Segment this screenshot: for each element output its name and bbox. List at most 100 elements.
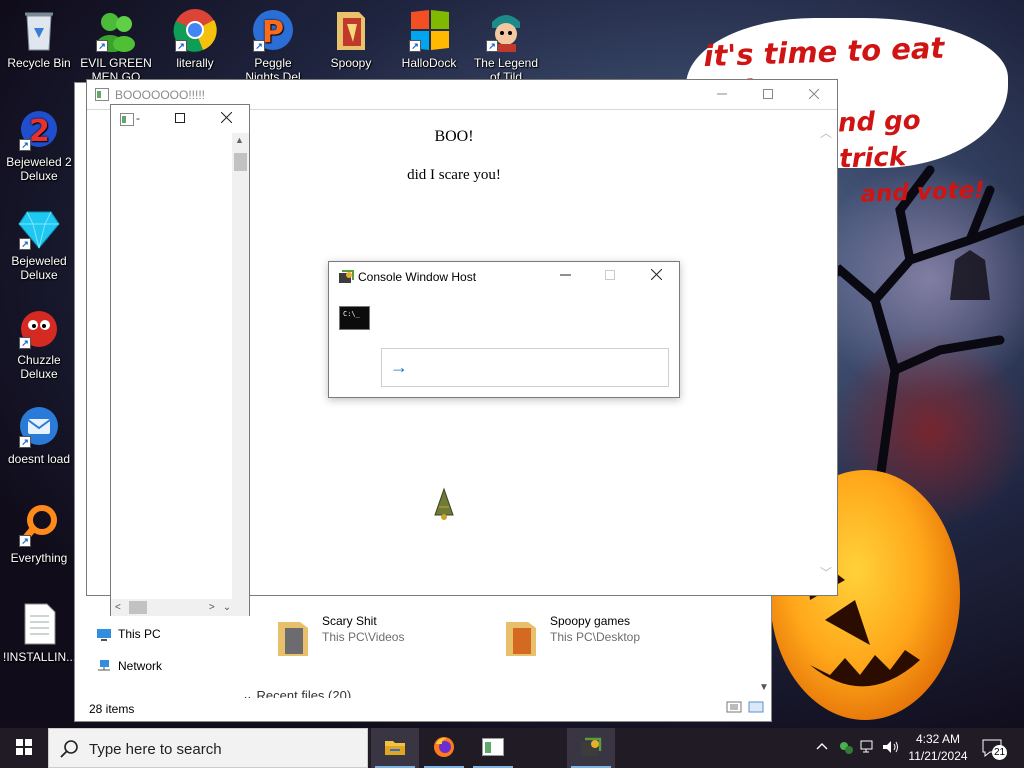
- nav-item-label: Network: [118, 659, 163, 673]
- scroll-down-icon[interactable]: ﹀: [820, 564, 832, 581]
- volume-icon[interactable]: [882, 740, 900, 757]
- search-icon: [59, 739, 79, 762]
- explorer-scroll-down-button[interactable]: ▼: [759, 682, 769, 693]
- taskbar-file-explorer[interactable]: [371, 728, 419, 768]
- tray-app-icon[interactable]: [838, 740, 854, 759]
- close-icon: [650, 268, 662, 283]
- notification-count-badge: 21: [992, 745, 1007, 760]
- minimize-icon: [717, 88, 727, 102]
- chevron-up-icon[interactable]: [816, 740, 828, 754]
- quick-access-scary-shit[interactable]: Scary Shit This PC\Videos: [276, 614, 404, 658]
- shortcut-arrow-icon: ↗: [19, 436, 31, 448]
- small-window-titlebar[interactable]: -: [111, 105, 249, 133]
- recycle-bin-icon: [17, 8, 61, 52]
- chuzzle-icon: ↗: [17, 305, 61, 349]
- desktop-icon-spoopy[interactable]: Spoopy: [315, 8, 387, 70]
- desktop-icon-label: literally: [176, 56, 214, 70]
- view-mode-switcher[interactable]: [726, 700, 766, 717]
- quick-access-path: This PC\Desktop: [550, 630, 641, 644]
- this-pc-icon: [96, 628, 112, 641]
- busy-cursor-icon: [431, 487, 457, 524]
- network-icon[interactable]: [860, 740, 876, 757]
- taskbar-app-window[interactable]: [469, 728, 517, 768]
- scroll-down-icon[interactable]: ⌄: [223, 602, 231, 613]
- desktop-icon-peggle[interactable]: P ↗ Peggle Nights Del: [237, 8, 309, 84]
- desktop-icon-hallodock[interactable]: ↗ HalloDock: [393, 8, 465, 70]
- desktop-icon-label: Bejeweled Deluxe: [11, 254, 67, 282]
- taskbar-firefox[interactable]: [420, 728, 468, 768]
- peggle-icon: P ↗: [251, 8, 295, 52]
- evil-green-men-icon: ↗: [94, 8, 138, 53]
- clock-time: 4:32 AM: [915, 732, 961, 746]
- chrome-icon: ↗: [173, 8, 217, 52]
- close-button[interactable]: [633, 262, 679, 290]
- maximize-button[interactable]: [745, 80, 791, 110]
- minimize-button[interactable]: [542, 262, 588, 290]
- taskbar: Type here to search 4:32 AM 11/21/2024 2…: [0, 728, 1024, 768]
- desktop-icon-bejeweled[interactable]: ↗ Bejeweled Deluxe: [3, 206, 75, 282]
- desktop-icon-recycle-bin[interactable]: Recycle Bin: [3, 8, 75, 70]
- console-input-field[interactable]: →: [381, 348, 669, 387]
- desktop-icon-label: Everything: [10, 551, 68, 565]
- shortcut-arrow-icon: ↗: [175, 40, 187, 52]
- shortcut-arrow-icon: ↗: [253, 40, 265, 52]
- console-window-host-dialog[interactable]: Console Window Host C:\_ →: [328, 261, 680, 398]
- desktop-icon-bejeweled-2[interactable]: 2 ↗ Bejeweled 2 Deluxe: [3, 107, 75, 183]
- desktop-icon-evil-green-men[interactable]: ↗ EVIL GREEN MEN GO: [80, 8, 152, 84]
- horizontal-scrollbar[interactable]: < > ⌄: [111, 599, 249, 616]
- desktop-icon-chuzzle[interactable]: ↗ Chuzzle Deluxe: [3, 305, 75, 381]
- arrow-right-icon: →: [390, 357, 408, 377]
- start-button[interactable]: [0, 728, 48, 768]
- taskbar-clock[interactable]: 4:32 AM 11/21/2024: [906, 731, 970, 765]
- search-placeholder: Type here to search: [89, 741, 222, 758]
- scroll-up-icon[interactable]: ︿: [820, 124, 832, 141]
- nav-item-label: This PC: [118, 627, 161, 641]
- close-button[interactable]: [791, 80, 837, 110]
- explorer-nav-pane: This PC Network: [96, 618, 162, 682]
- console-host-icon: [580, 736, 602, 761]
- scroll-up-icon[interactable]: ▲: [235, 135, 244, 145]
- recent-files-header[interactable]: ⌄ Recent files (20): [242, 688, 351, 698]
- shortcut-arrow-icon: ↗: [409, 40, 421, 52]
- nav-item-network[interactable]: Network: [96, 650, 162, 682]
- minimize-button[interactable]: [699, 80, 745, 110]
- taskbar-search-box[interactable]: Type here to search: [48, 728, 368, 768]
- taskbar-console-host[interactable]: [567, 728, 615, 768]
- text-file-icon: [17, 602, 61, 646]
- scroll-right-icon[interactable]: >: [209, 602, 215, 613]
- desktop-icon-label: HalloDock: [401, 56, 457, 70]
- shortcut-arrow-icon: ↗: [19, 139, 31, 151]
- scrollbar-thumb[interactable]: [128, 601, 147, 614]
- quick-access-name: Spoopy games: [550, 614, 631, 628]
- vertical-scrollbar[interactable]: ▲: [232, 133, 249, 599]
- shortcut-arrow-icon: ↗: [96, 40, 108, 52]
- quick-access-spoopy-games[interactable]: Spoopy games This PC\Desktop: [504, 614, 640, 658]
- desktop-icon-installin[interactable]: !INSTALLIN...: [3, 602, 75, 664]
- boo-window-title: BOOOOOOO!!!!!: [115, 88, 206, 102]
- desktop-icon-legend[interactable]: ↗ The Legend of Tild: [470, 8, 542, 84]
- recent-files-label: Recent files (20): [256, 688, 352, 698]
- desktop-icon-everything[interactable]: ↗ Everything: [3, 503, 75, 565]
- app-window-icon: [120, 113, 134, 129]
- windows-logo-icon: [16, 738, 32, 758]
- close-icon: [808, 88, 820, 102]
- desktop-icon-label: Chuzzle Deluxe: [17, 353, 61, 381]
- maximize-button: [587, 262, 633, 290]
- desktop-icon-label: !INSTALLIN...: [3, 650, 75, 664]
- desktop-icon-doesnt-load[interactable]: ↗ doesnt load: [3, 404, 75, 466]
- close-button[interactable]: [203, 105, 249, 133]
- small-blank-window[interactable]: - ▲ < > ⌄: [110, 104, 250, 616]
- maximize-icon: [605, 269, 615, 283]
- maximize-button[interactable]: [157, 105, 203, 133]
- shortcut-arrow-icon: ↗: [486, 40, 498, 52]
- minimize-icon: [559, 269, 571, 283]
- clock-date: 11/21/2024: [908, 749, 968, 763]
- notification-center-button[interactable]: 21: [982, 738, 1007, 763]
- desktop-icon-label: Bejeweled 2 Deluxe: [6, 155, 72, 183]
- desktop-icon-literally[interactable]: ↗ literally: [159, 8, 231, 70]
- quick-access-path: This PC\Videos: [322, 630, 405, 644]
- nav-item-this-pc[interactable]: This PC: [96, 618, 162, 650]
- scroll-left-icon[interactable]: <: [115, 602, 121, 613]
- scrollbar-thumb[interactable]: [234, 153, 247, 171]
- spoopy-folder-icon: [329, 8, 373, 52]
